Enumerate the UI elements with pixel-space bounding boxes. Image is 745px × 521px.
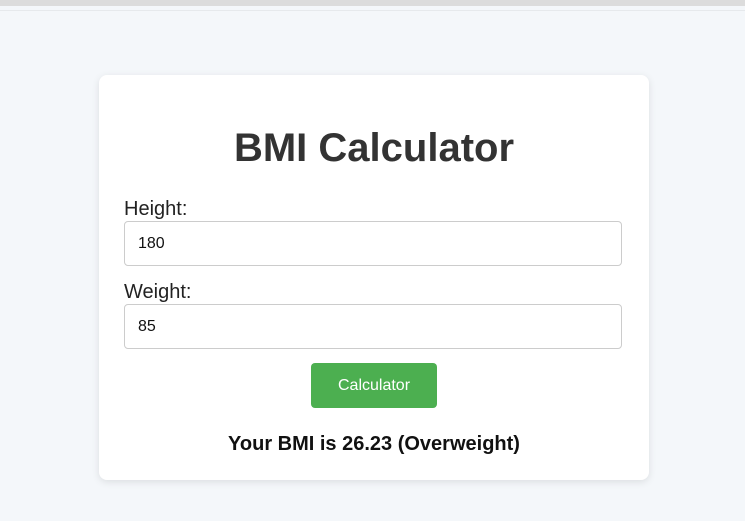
- height-label: Height:: [124, 198, 188, 220]
- height-input[interactable]: [124, 221, 622, 266]
- bmi-result: Your BMI is 26.23 (Overweight): [228, 433, 520, 455]
- calculate-button[interactable]: Calculator: [311, 363, 437, 408]
- divider: [0, 10, 745, 11]
- bmi-card: BMI Calculator Height: Weight: Calculato…: [99, 75, 649, 480]
- page-title: BMI Calculator: [233, 126, 515, 170]
- browser-top-bar: [0, 0, 745, 6]
- weight-input[interactable]: [124, 304, 622, 349]
- weight-label: Weight:: [124, 281, 192, 303]
